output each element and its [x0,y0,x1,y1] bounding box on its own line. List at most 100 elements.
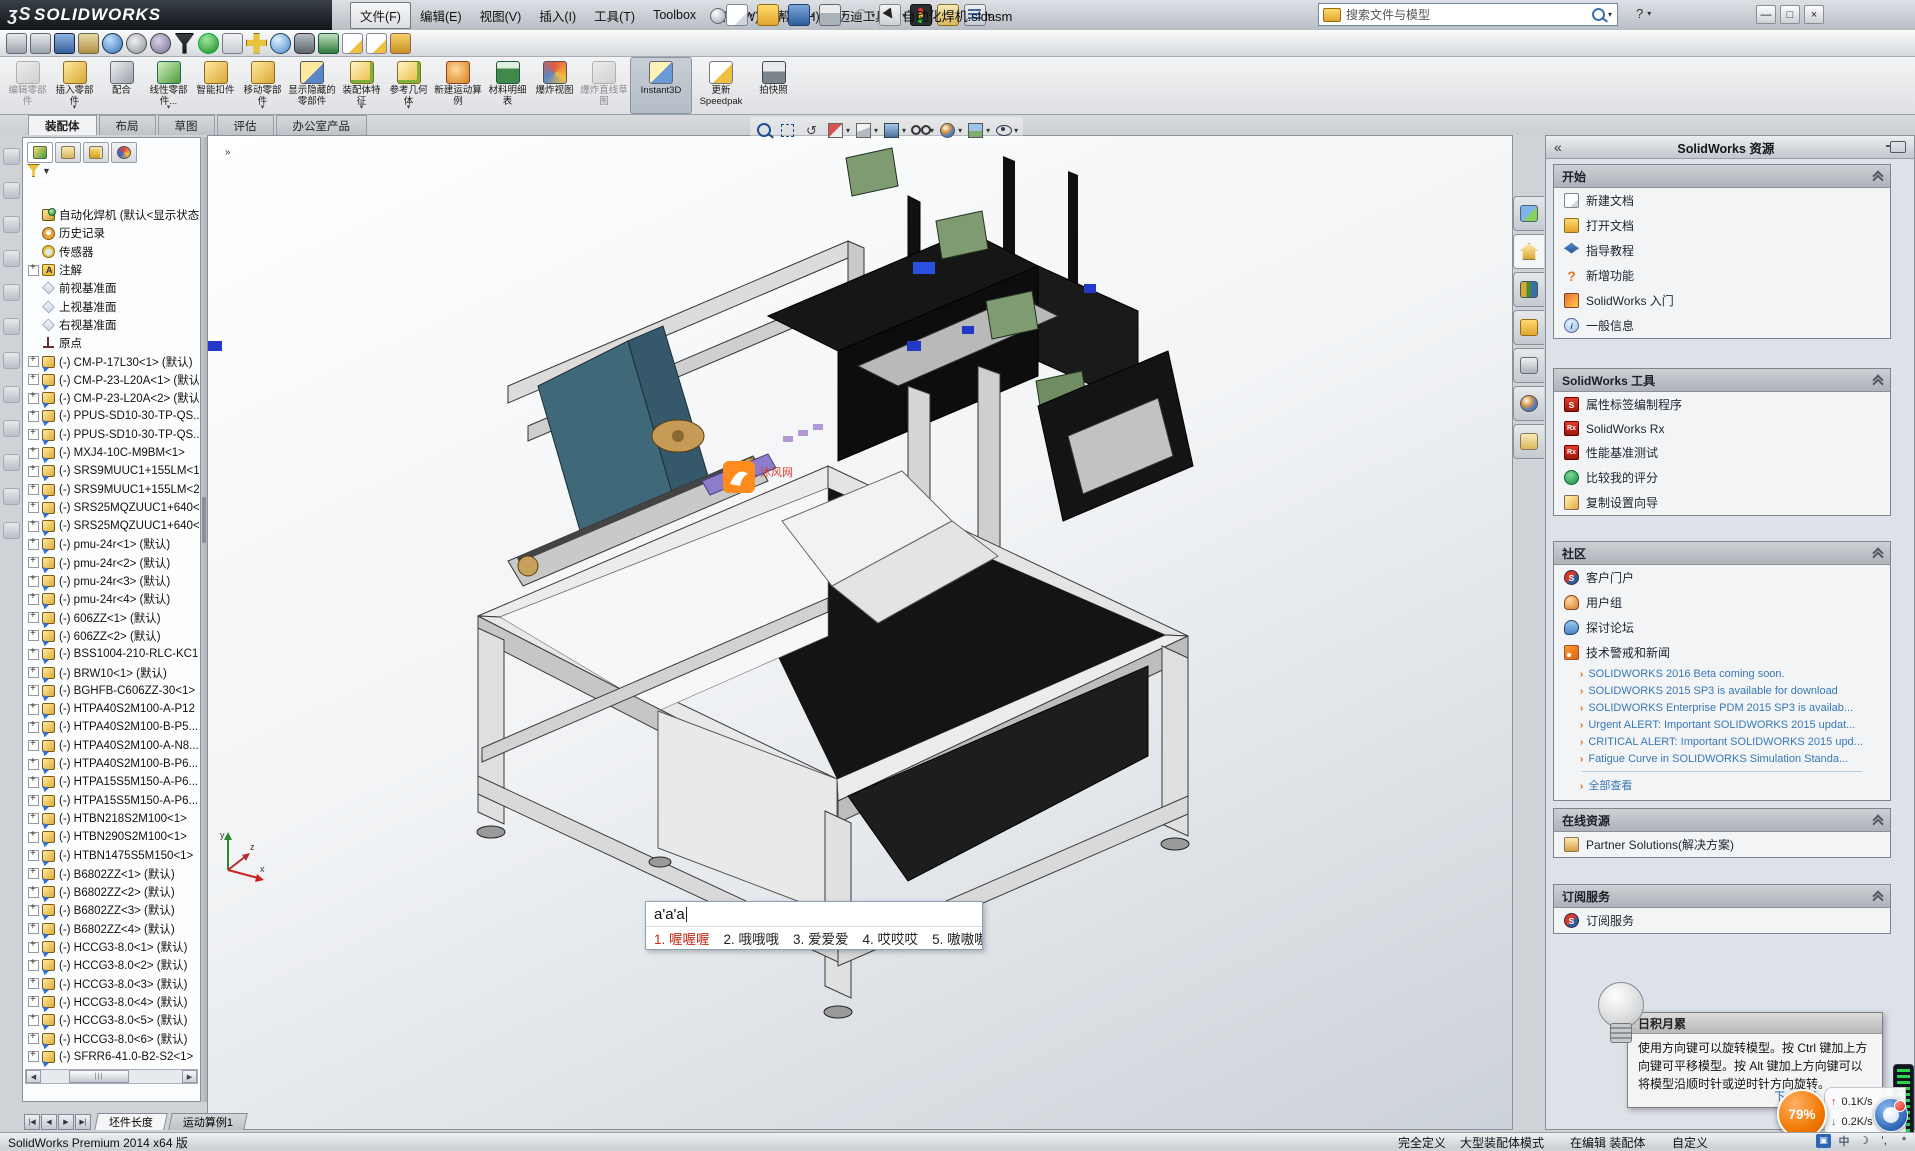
menu-item[interactable]: 编辑(E) [411,3,471,28]
zoom-fit-icon[interactable] [754,121,775,140]
tab-nav-last-icon[interactable]: ▶| [75,1114,91,1130]
task-pane-link[interactable]: 新建文档 [1554,188,1890,213]
model-tab[interactable]: 坯件长度 [94,1113,168,1130]
tree-item[interactable]: (-) HTBN218S2M100<1> [25,810,199,828]
tree-item[interactable]: (-) HCCG3-8.0<6> (默认) [25,1029,199,1047]
expand-toggle-icon[interactable] [28,411,39,422]
ime-composition-input[interactable]: a'a'a [646,902,982,927]
tree-item[interactable]: 注解 [25,261,199,279]
ribbon-button[interactable]: 更新 Speedpak ▾ [692,57,750,114]
accelerator-ball-icon[interactable] [1874,1098,1908,1132]
tree-item[interactable]: (-) CM-P-23-L20A<2> (默认) [25,389,199,407]
ribbon-button[interactable]: 拍快照 ▾ [750,57,797,114]
ime-fullhalf-moon-icon[interactable]: ☽ [1857,1134,1871,1148]
dropdown-arrow-icon[interactable]: ▾ [749,11,753,20]
ribbon-button[interactable]: 配合 ▾ [98,57,145,114]
ribbon-button[interactable]: 线性零部件... ▾ [145,57,192,114]
sidebar-tool-icon[interactable] [3,182,20,199]
hud-dropdown-icon[interactable]: ▾ [874,126,878,135]
task-pane-link[interactable]: S 订阅服务 [1554,908,1890,933]
hide-show-items-icon[interactable]: ▾ [910,121,935,140]
expand-toggle-icon[interactable] [28,722,39,733]
tree-item[interactable]: (-) pmu-24r<3> (默认) [25,572,199,590]
ime-candidate[interactable]: 5. 嗷嗷嗷 [932,928,982,948]
dropdown-arrow-icon[interactable]: ▾ [780,11,784,20]
tree-item[interactable]: 前视基准面 [25,279,199,297]
tree-item[interactable]: (-) SFRR6-41.0-B2-S2<1> [25,1048,199,1066]
section-header[interactable]: 开始 [1554,165,1890,188]
section-view-icon[interactable]: ▾ [826,121,851,140]
command-tab[interactable]: 草图 [158,115,215,135]
tree-filter[interactable]: ▼ [27,164,51,177]
annotation-note-icon[interactable] [366,33,387,54]
settings-gear-icon[interactable] [126,33,147,54]
command-tab[interactable]: 办公室产品 [276,115,368,135]
feature-manager-tab[interactable] [27,142,53,163]
help-button[interactable]: ? ▾ [1636,6,1652,21]
ribbon-button[interactable]: 插入零部件 ▾ [51,57,98,114]
tree-item[interactable]: 上视基准面 [25,297,199,315]
xpert-plus-icon[interactable] [246,33,267,54]
minimize-button[interactable]: — [1756,5,1776,24]
collapse-section-icon[interactable] [1874,892,1882,900]
ime-settings-gear-icon[interactable]: * [1897,1134,1911,1148]
excel-export-icon[interactable] [318,33,339,54]
dropdown-arrow-icon[interactable]: ▾ [871,11,875,20]
section-header[interactable]: 社区 [1554,542,1890,565]
solidworks-resources-tab-icon[interactable] [1513,234,1544,269]
sidebar-tool-icon[interactable] [3,284,20,301]
print-preview-icon[interactable] [342,33,363,54]
scroll-right-icon[interactable]: ▶ [182,1070,197,1083]
tree-item[interactable]: (-) BGHFB-C606ZZ-30<1> [25,682,199,700]
expand-toggle-icon[interactable] [28,466,39,477]
task-pane-link[interactable]: ? 新增功能 [1554,263,1890,288]
task-pane-link[interactable]: 打开文档 [1554,213,1890,238]
ime-candidate[interactable]: 3. 爱爱爱 [793,928,849,948]
search-dropdown-icon[interactable]: ▾ [1608,10,1612,19]
tree-item[interactable]: (-) BSS1004-210-RLC-KC1... [25,645,199,663]
view-orientation-icon[interactable]: ▾ [854,121,879,140]
splitter-grip[interactable] [202,497,206,543]
scroll-left-icon[interactable]: ◀ [26,1070,41,1083]
save-icon[interactable]: ▾ [788,4,816,26]
news-link[interactable]: › Urgent ALERT: Important SOLIDWORKS 201… [1554,716,1890,733]
close-button[interactable]: × [1804,5,1824,24]
hud-dropdown-icon[interactable]: ▾ [902,126,906,135]
tree-item[interactable]: (-) HTPA40S2M100-B-P5... [25,718,199,736]
ribbon-dropdown-arrow-icon[interactable]: ▾ [261,103,265,114]
property-manager-tab[interactable] [55,142,81,163]
ime-candidate[interactable]: 1. 喔喔喔 [654,928,710,948]
collapse-pane-icon[interactable]: « [1554,139,1562,155]
assembly-visualization-icon[interactable] [78,33,99,54]
display-style-icon[interactable]: ▾ [882,121,907,140]
hud-dropdown-icon[interactable]: ▾ [846,126,850,135]
tab-nav-next-icon[interactable]: ▶ [58,1114,74,1130]
previous-view-icon[interactable]: ↺ [802,121,823,140]
tree-item[interactable]: (-) HCCG3-8.0<3> (默认) [25,974,199,992]
menu-item[interactable]: 文件(F) [350,2,411,29]
task-pane-link[interactable]: 探讨论坛 [1554,615,1890,640]
manager-tabs-overflow[interactable]: » [225,147,231,158]
collapse-section-icon[interactable] [1874,172,1882,180]
tree-item[interactable]: (-) HTPA40S2M100-B-P6... [25,755,199,773]
model-tab[interactable]: 运动算例1 [168,1113,248,1130]
web-3dcontent-icon[interactable] [102,33,123,54]
tree-item[interactable]: (-) HCCG3-8.0<1> (默认) [25,938,199,956]
tree-item[interactable]: 历史记录 [25,224,199,242]
task-pane-link[interactable]: 比较我的评分 [1554,465,1890,490]
sidebar-tool-icon[interactable] [3,318,20,335]
tree-item[interactable]: 原点 [25,334,199,352]
ribbon-button[interactable]: 爆炸直线草图 ▾ [578,57,630,114]
sidebar-tool-icon[interactable] [3,250,20,267]
tree-item[interactable]: (-) BRW10<1> (默认) [25,663,199,681]
new-document-icon[interactable]: ▾ [726,4,754,26]
tab-nav-first-icon[interactable]: |◀ [24,1114,40,1130]
edit-appearance-icon[interactable]: ▾ [938,121,963,140]
ime-punctuation-icon[interactable]: ’, [1877,1134,1891,1148]
hud-dropdown-icon[interactable]: ▾ [958,126,962,135]
tree-item[interactable]: (-) HCCG3-8.0<5> (默认) [25,1011,199,1029]
task-pane-link[interactable]: 复制设置向导 [1554,490,1890,515]
tree-item[interactable]: (-) 606ZZ<2> (默认) [25,627,199,645]
tree-item[interactable]: (-) HTPA40S2M100-A-N8... [25,737,199,755]
solidworks-forum-tab-icon[interactable] [1513,196,1544,231]
